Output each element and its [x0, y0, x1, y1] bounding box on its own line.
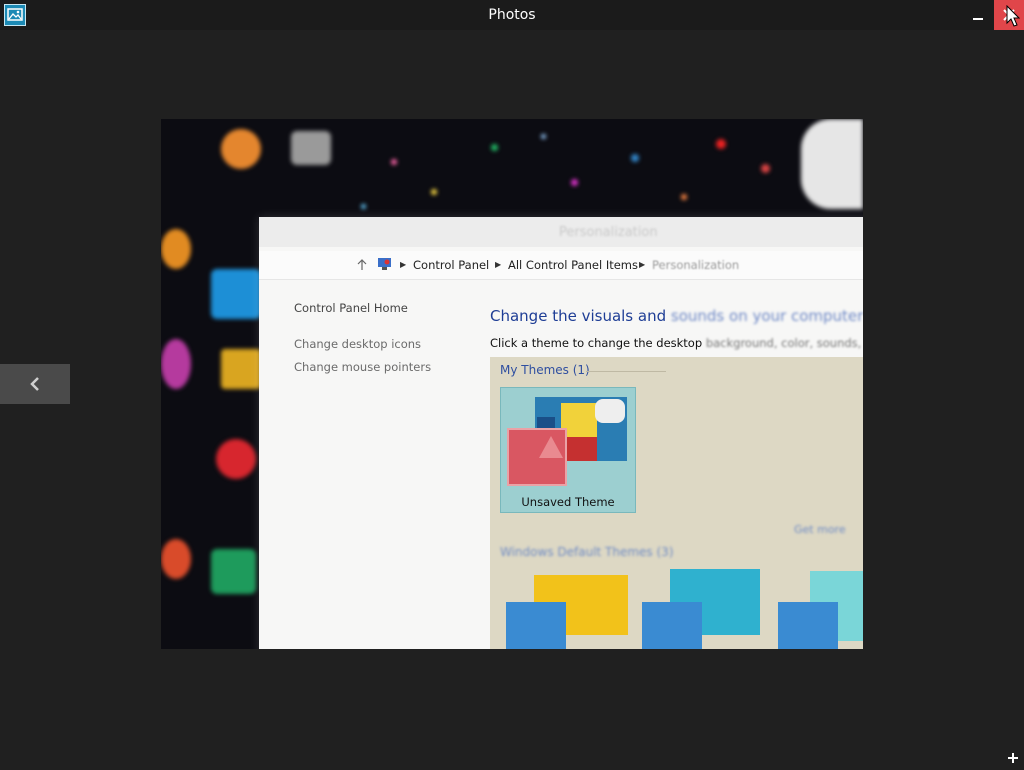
page-subtext: Click a theme to change the desktop back…	[490, 336, 863, 350]
breadcrumb-control-panel[interactable]: Control Panel	[413, 258, 489, 272]
previous-image-button[interactable]	[0, 364, 70, 404]
minimize-icon	[973, 18, 983, 20]
window-title: Photos	[488, 7, 536, 23]
group-divider	[586, 371, 666, 372]
title-bar: Photos	[0, 0, 1024, 30]
theme-tile-2-icon	[642, 602, 702, 649]
theme-color-thumbnail	[507, 428, 567, 486]
mouse-cursor-icon	[1006, 5, 1020, 27]
nav-change-mouse-pointers[interactable]: Change mouse pointers	[294, 360, 431, 374]
control-panel-icon	[378, 258, 391, 270]
control-panel-title: Personalization	[559, 225, 658, 240]
themes-panel: My Themes (1) Unsaved Theme Get more Win…	[490, 357, 863, 649]
photo-image: Personalization ▶ Control Panel ▶ All Co…	[161, 119, 863, 649]
minimize-button[interactable]	[962, 0, 994, 30]
breadcrumb-separator-icon: ▶	[495, 260, 502, 269]
theme-tile-1-icon	[506, 602, 566, 649]
my-themes-label: My Themes (1)	[500, 363, 590, 377]
control-panel-titlebar: Personalization	[259, 217, 863, 247]
nav-control-panel-home[interactable]: Control Panel Home	[294, 301, 408, 315]
theme-unsaved[interactable]: Unsaved Theme	[500, 387, 636, 513]
breadcrumb-personalization[interactable]: Personalization	[652, 258, 739, 272]
address-bar: ▶ Control Panel ▶ All Control Panel Item…	[259, 251, 863, 280]
theme-name: Unsaved Theme	[521, 495, 615, 509]
nav-change-desktop-icons[interactable]: Change desktop icons	[294, 337, 421, 351]
default-themes-label: Windows Default Themes (3)	[500, 545, 674, 559]
breadcrumb-separator-icon: ▶	[400, 260, 407, 269]
chevron-left-icon	[30, 377, 39, 391]
get-more-themes-link[interactable]: Get more	[794, 523, 846, 536]
control-panel-window: Personalization ▶ Control Panel ▶ All Co…	[259, 217, 863, 649]
breadcrumb-all-items[interactable]: All Control Panel Items	[508, 258, 638, 272]
page-heading: Change the visuals and sounds on your co…	[490, 307, 863, 325]
up-arrow-icon	[357, 259, 367, 270]
theme-tile-3-icon	[778, 602, 838, 649]
breadcrumb-separator-icon: ▶	[639, 260, 646, 269]
plus-icon	[1008, 753, 1018, 763]
add-button[interactable]	[1005, 750, 1021, 766]
